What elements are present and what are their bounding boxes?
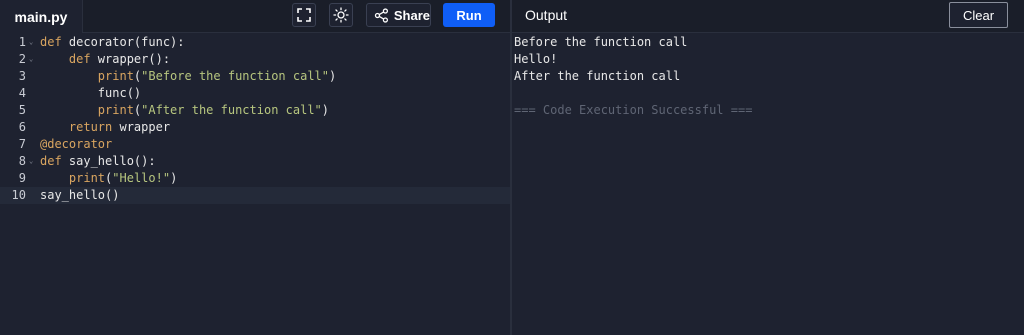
line-number: 9: [18, 171, 26, 185]
code-text: def wrapper():: [40, 51, 170, 68]
code-token: def: [40, 154, 62, 168]
code-text: print("After the function call"): [40, 102, 329, 119]
execution-status: === Code Execution Successful ===: [514, 103, 753, 117]
code-token: say_hello():: [61, 154, 156, 168]
output-line: Hello!: [514, 52, 558, 66]
output-console: Before the function call Hello! After the …: [514, 34, 1014, 119]
code-token: "After the function call": [141, 103, 322, 117]
output-title: Output: [525, 7, 568, 23]
fold-chevron-icon[interactable]: ⌄: [29, 153, 33, 170]
code-text: return wrapper: [40, 119, 170, 136]
line-number: 7: [18, 137, 26, 151]
fullscreen-button[interactable]: [292, 3, 316, 27]
code-token: return: [40, 120, 113, 134]
code-editor[interactable]: 1 ⌄ def decorator(func): 2 ⌄ def wrapper(): 3…: [0, 34, 510, 335]
line-number: 5: [18, 103, 26, 117]
code-text: def say_hello():: [40, 153, 156, 170]
editor-pane: main.py Share Run 1 ⌄ def decorator(func…: [0, 0, 510, 335]
code-line[interactable]: 9 print("Hello!"): [0, 170, 510, 187]
fold-chevron-icon[interactable]: ⌄: [29, 51, 33, 68]
run-button[interactable]: Run: [443, 3, 495, 27]
output-line: After the function call: [514, 69, 681, 83]
code-token: print: [40, 171, 106, 185]
code-text: @decorator: [40, 136, 112, 153]
code-token: ): [170, 171, 178, 185]
code-line[interactable]: 6 return wrapper: [0, 119, 510, 136]
line-number: 8: [18, 154, 26, 168]
editor-toolbar: main.py Share Run: [0, 0, 510, 33]
code-text: print("Before the function call"): [40, 68, 336, 85]
code-text: say_hello(): [40, 187, 119, 204]
code-text: func(): [40, 85, 141, 102]
code-token: wrapper():: [90, 52, 171, 66]
code-line[interactable]: 4 func(): [0, 85, 510, 102]
output-pane: Output Clear Before the function call Hel…: [512, 0, 1024, 335]
share-label: Share: [393, 7, 430, 23]
code-token: wrapper: [112, 120, 171, 134]
output-line: Before the function call: [514, 35, 688, 49]
code-token: "Before the function call": [141, 69, 329, 83]
code-text: def decorator(func):: [40, 34, 185, 51]
share-icon: [374, 7, 389, 23]
output-toolbar: Output Clear: [512, 0, 1024, 33]
code-line[interactable]: 2 ⌄ def wrapper():: [0, 51, 510, 68]
code-token: print: [40, 103, 134, 117]
code-token: def: [40, 52, 91, 66]
code-line[interactable]: 8 ⌄ def say_hello():: [0, 153, 510, 170]
theme-toggle-button[interactable]: [329, 3, 353, 27]
sun-icon: [333, 7, 349, 23]
share-button[interactable]: Share: [366, 3, 431, 27]
code-line[interactable]: 10 say_hello(): [0, 187, 510, 204]
line-number: 4: [18, 86, 26, 100]
code-token: ): [321, 103, 330, 117]
line-number: 2: [18, 52, 26, 66]
online-python-compiler: main.py Share Run 1 ⌄ def decorator(func…: [0, 0, 1024, 335]
code-token: print: [40, 69, 134, 83]
line-number: 10: [11, 188, 26, 202]
code-line[interactable]: 7 @decorator: [0, 136, 510, 153]
code-token: decorator(func):: [61, 35, 185, 49]
code-token: func(): [40, 86, 142, 100]
line-number: 3: [18, 69, 26, 83]
line-number: 6: [18, 120, 26, 134]
line-number: 1: [18, 35, 26, 49]
code-line[interactable]: 5 print("After the function call"): [0, 102, 510, 119]
code-token: "Hello!": [112, 171, 171, 185]
code-token: say_hello(): [40, 188, 120, 202]
code-token: def: [40, 35, 62, 49]
fullscreen-icon: [297, 8, 311, 22]
code-text: print("Hello!"): [40, 170, 177, 187]
code-token: @decorator: [40, 137, 113, 151]
clear-button[interactable]: Clear: [949, 2, 1008, 28]
fold-chevron-icon[interactable]: ⌄: [29, 34, 33, 51]
file-tab[interactable]: main.py: [0, 0, 83, 33]
code-token: ): [329, 69, 337, 83]
code-line[interactable]: 3 print("Before the function call"): [0, 68, 510, 85]
code-line[interactable]: 1 ⌄ def decorator(func):: [0, 34, 510, 51]
